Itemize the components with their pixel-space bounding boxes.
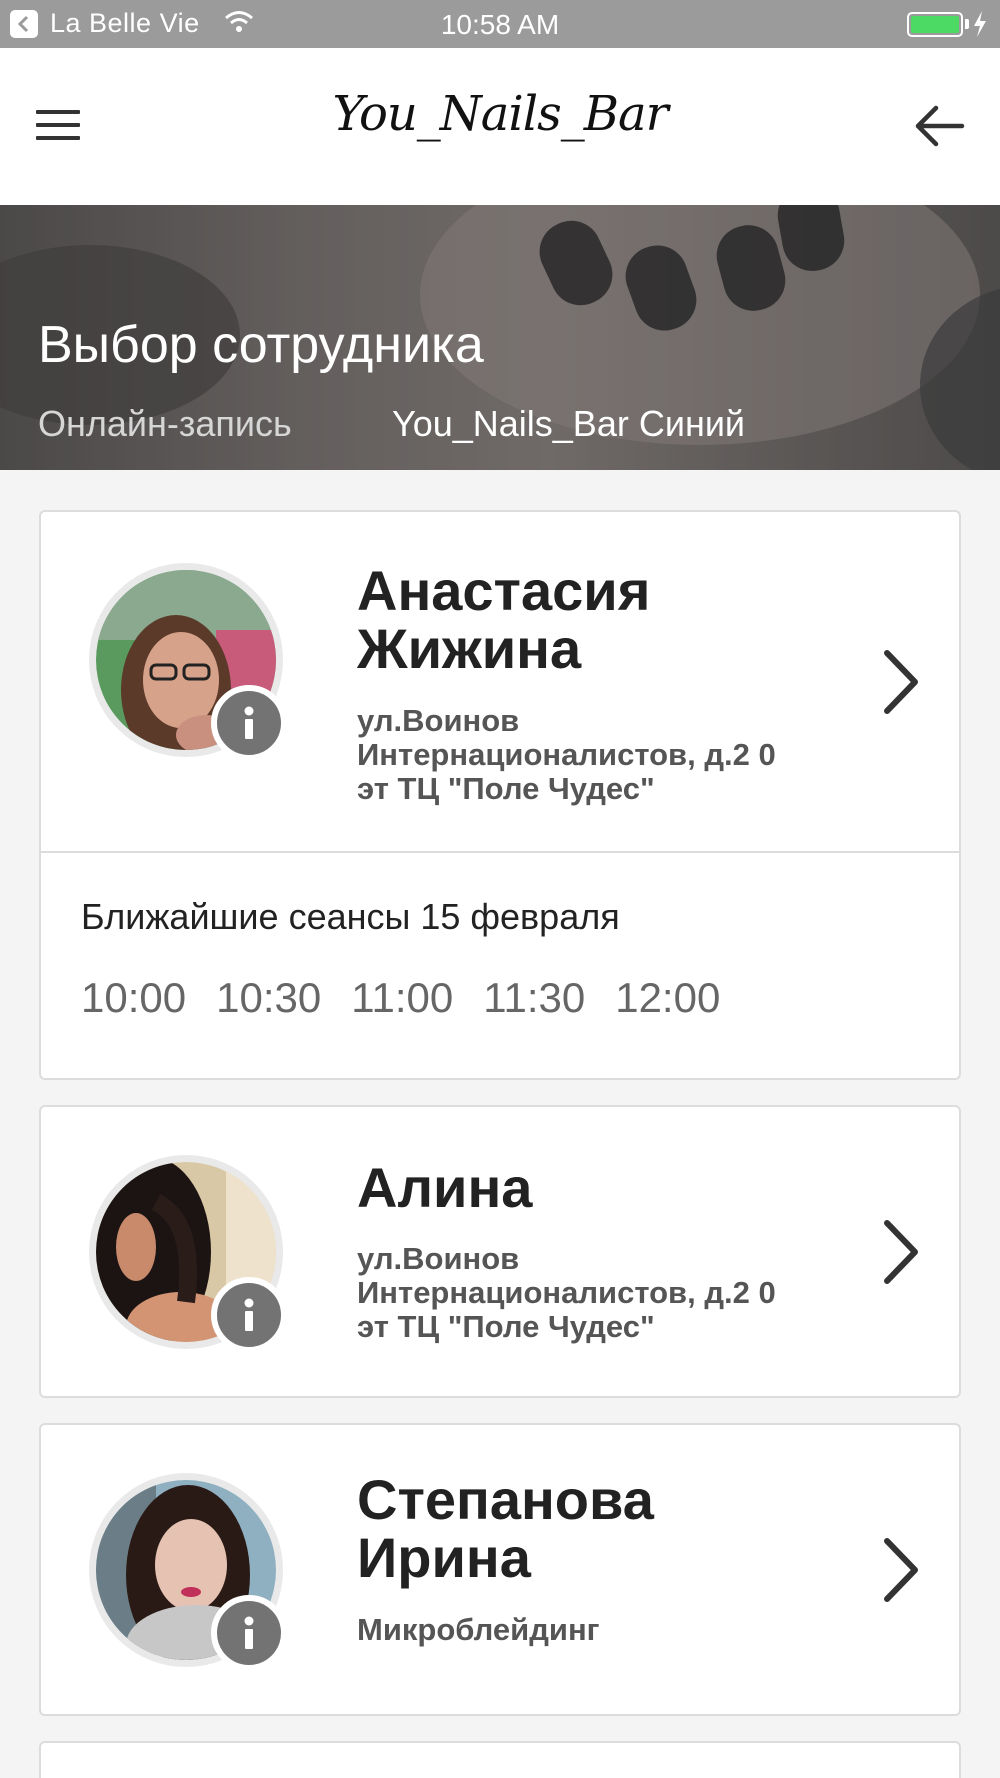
arrow-left-icon	[915, 105, 965, 147]
chevron-right-icon[interactable]	[871, 637, 931, 727]
time-slot[interactable]: 11:00	[351, 974, 453, 1022]
employee-address: ул.Воинов Интернационалистов, д.2 0 эт Т…	[357, 704, 837, 806]
employee-avatar[interactable]	[89, 563, 287, 761]
info-icon	[244, 706, 254, 739]
hamburger-menu-icon	[36, 110, 80, 114]
info-button[interactable]	[211, 685, 287, 761]
info-icon	[244, 1298, 254, 1331]
breadcrumb-online-booking[interactable]: Онлайн-запись	[38, 403, 292, 445]
page-title: Выбор сотрудника	[38, 316, 484, 374]
employee-name: Степанова Ирина	[357, 1471, 654, 1587]
employee-name: Анастасия Жижина	[357, 562, 650, 678]
employee-specialty: Микроблейдинг	[357, 1613, 837, 1647]
info-button[interactable]	[211, 1595, 287, 1671]
employee-avatar[interactable]	[89, 1473, 287, 1671]
time-slots: 10:00 10:30 11:00 11:30 12:00	[81, 974, 720, 1022]
back-to-app-button[interactable]	[10, 10, 38, 38]
chevron-right-icon	[884, 1220, 918, 1284]
hero-banner: Выбор сотрудника Онлайн-запись You_Nails…	[0, 205, 1000, 470]
app-header: You_Nails_Bar	[0, 48, 1000, 205]
info-button[interactable]	[211, 1277, 287, 1353]
employee-name-line: Жижина	[357, 617, 582, 680]
employee-name-line: Алина	[357, 1156, 533, 1219]
address-line: ул.Воинов	[357, 703, 520, 738]
chevron-left-icon	[17, 15, 29, 33]
employee-card[interactable]	[39, 1741, 961, 1778]
address-line: Интернационалистов, д.2 0	[357, 1275, 776, 1310]
charging-bolt-icon	[974, 11, 986, 37]
status-bar: La Belle Vie 10:58 AM	[0, 0, 1000, 48]
menu-button[interactable]	[28, 98, 88, 152]
time-slot[interactable]: 10:00	[81, 974, 186, 1022]
breadcrumb-salon[interactable]: You_Nails_Bar Синий	[392, 403, 745, 445]
back-app-label[interactable]: La Belle Vie	[50, 8, 200, 39]
brand-logo: You_Nails_Bar	[332, 86, 668, 142]
battery-tip	[965, 19, 969, 29]
hamburger-menu-icon	[36, 123, 80, 127]
chevron-right-icon	[884, 650, 918, 714]
employee-name: Алина	[357, 1159, 532, 1217]
chevron-right-icon[interactable]	[871, 1525, 931, 1615]
back-button[interactable]	[910, 98, 972, 154]
address-line: Интернационалистов, д.2 0	[357, 737, 776, 772]
time-slot[interactable]: 12:00	[615, 974, 720, 1022]
employee-card[interactable]: Алина ул.Воинов Интернационалистов, д.2 …	[39, 1105, 961, 1398]
employee-name-line: Анастасия	[357, 559, 651, 622]
employee-name-line: Ирина	[357, 1526, 531, 1589]
battery-icon	[907, 12, 963, 37]
time-slot[interactable]: 11:30	[483, 974, 585, 1022]
address-line: эт ТЦ "Поле Чудес"	[357, 1309, 655, 1344]
info-icon	[244, 1616, 254, 1649]
chevron-right-icon	[884, 1538, 918, 1602]
address-line: ул.Воинов	[357, 1241, 520, 1276]
time-slot[interactable]: 10:30	[216, 974, 321, 1022]
employee-address: ул.Воинов Интернационалистов, д.2 0 эт Т…	[357, 1242, 837, 1344]
wifi-icon	[225, 11, 253, 32]
employee-avatar[interactable]	[89, 1155, 287, 1353]
employee-card[interactable]: Степанова Ирина Микроблейдинг	[39, 1423, 961, 1716]
hamburger-menu-icon	[36, 136, 80, 140]
employee-card[interactable]: Анастасия Жижина ул.Воинов Интернационал…	[39, 510, 961, 1080]
employee-name-line: Степанова	[357, 1468, 654, 1531]
divider	[41, 851, 959, 853]
nearest-sessions-label: Ближайшие сеансы 15 февраля	[81, 896, 620, 937]
chevron-right-icon[interactable]	[871, 1207, 931, 1297]
specialty-line: Микроблейдинг	[357, 1612, 600, 1647]
address-line: эт ТЦ "Поле Чудес"	[357, 771, 655, 806]
